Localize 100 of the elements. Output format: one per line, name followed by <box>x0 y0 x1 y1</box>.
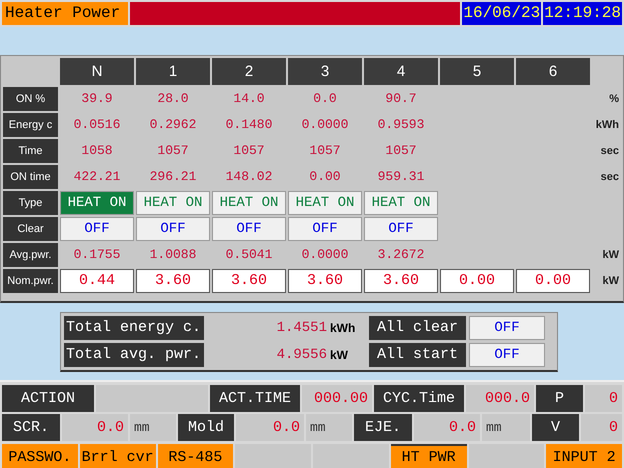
value-cell-text: 1.0088 <box>148 246 198 264</box>
status-value: 0.0 <box>236 414 304 442</box>
total-value: 4.9556 <box>276 346 327 365</box>
status-label: ACT.TIME <box>210 385 300 412</box>
value-cell-text: 0.0516 <box>72 116 122 134</box>
value-cell-text: 148.02 <box>224 168 274 186</box>
type-button[interactable]: HEAT ON <box>288 190 362 215</box>
type-button[interactable]: HEAT ON <box>60 190 134 215</box>
value-cell-text: 1057 <box>308 142 342 160</box>
value-cell-text: 3.2672 <box>376 246 426 264</box>
status-label: CYC.Time <box>374 385 464 412</box>
column-header: 1 <box>136 58 210 85</box>
clear-button[interactable]: OFF <box>288 216 362 241</box>
toggle-button[interactable]: OFF <box>469 316 545 340</box>
function-key[interactable]: HT PWR <box>390 444 466 468</box>
value-cell-text: 0.0000 <box>300 116 350 134</box>
value-cell-text: 1057 <box>384 142 418 160</box>
status-label: SCR. <box>2 414 60 442</box>
status-value: 0.0 <box>62 414 128 442</box>
unit-label: mm <box>306 414 352 442</box>
function-key[interactable] <box>468 444 544 468</box>
column-header: N <box>60 58 134 85</box>
value-cell-text: 39.9 <box>80 90 114 108</box>
unit-label: % <box>608 92 619 107</box>
status-value: 0.0 <box>414 414 480 442</box>
clear-button[interactable]: OFF <box>364 216 438 241</box>
time-display: 12:19:28 <box>543 2 622 25</box>
row-label: Nom.pwr. <box>3 268 58 293</box>
clear-button[interactable]: OFF <box>60 216 134 241</box>
input-field[interactable]: 3.60 <box>364 268 438 293</box>
action-label: All clear <box>369 316 466 340</box>
status-value: 000.0 <box>466 385 534 412</box>
screen-title: Heater Power <box>2 2 128 25</box>
value-cell-text: 28.0 <box>156 90 190 108</box>
column-header: 5 <box>440 58 514 85</box>
status-value: 000.00 <box>302 385 372 412</box>
row-label: ON % <box>3 86 58 111</box>
status-label: EJE. <box>354 414 412 442</box>
value-cell-text: 422.21 <box>72 168 122 186</box>
status-label: P <box>536 385 583 412</box>
value-cell-text: 959.31 <box>376 168 426 186</box>
input-field[interactable]: 0.44 <box>60 268 134 293</box>
unit-label: sec <box>600 144 619 159</box>
value-cell-text: 0.5041 <box>224 246 274 264</box>
status-label: Mold <box>178 414 234 442</box>
unit-label: mm <box>482 414 530 442</box>
total-value: 1.4551 <box>276 318 327 338</box>
row-label: Clear <box>3 216 58 241</box>
function-key[interactable]: RS-485 <box>158 444 234 468</box>
column-header: 6 <box>516 58 590 85</box>
type-button[interactable]: HEAT ON <box>364 190 438 215</box>
function-key[interactable]: INPUT 2 <box>546 444 622 468</box>
row-label: Energy c <box>3 112 58 137</box>
value-cell-text: 0.0000 <box>300 246 350 264</box>
toggle-button[interactable]: OFF <box>469 342 545 367</box>
input-field[interactable]: 3.60 <box>136 268 210 293</box>
total-label: Total energy c. <box>64 316 204 340</box>
function-key[interactable]: PASSWO. <box>2 444 78 468</box>
value-cell-text: 1058 <box>80 142 114 160</box>
row-label: Avg.pwr. <box>3 242 58 267</box>
unit-label: sec <box>600 170 619 185</box>
value-cell-text: 0.1480 <box>224 116 274 134</box>
unit-label: kWh <box>330 320 356 337</box>
input-field[interactable]: 0.00 <box>440 268 514 293</box>
unit-label: kW <box>602 274 619 289</box>
column-header: 3 <box>288 58 362 85</box>
value-cell-text: 1057 <box>232 142 266 160</box>
row-label: ON time <box>3 164 58 189</box>
unit-label: kW <box>330 346 349 364</box>
row-label: Time <box>3 138 58 163</box>
function-key[interactable]: Brrl cvr <box>80 444 156 468</box>
status-label: ACTION <box>2 385 94 412</box>
date-display: 16/06/23 <box>462 2 542 25</box>
unit-label: kWh <box>594 118 619 133</box>
input-field[interactable]: 3.60 <box>288 268 362 293</box>
clear-button[interactable]: OFF <box>212 216 286 241</box>
clear-button[interactable]: OFF <box>136 216 210 241</box>
row-label: Type <box>3 190 58 215</box>
column-header: 4 <box>364 58 438 85</box>
column-header: 2 <box>212 58 286 85</box>
action-label: All start <box>369 342 466 367</box>
unit-label: kW <box>602 248 619 263</box>
value-cell-text: 1057 <box>156 142 190 160</box>
value-cell-text: 296.21 <box>148 168 198 186</box>
status-value: 0 <box>581 414 622 442</box>
value-cell-text: 0.1755 <box>72 246 122 264</box>
value-cell-text: 0.2962 <box>148 116 198 134</box>
status-value: 0 <box>585 385 622 412</box>
total-label: Total avg. pwr. <box>64 342 204 367</box>
value-cell-text: 0.00 <box>308 168 342 186</box>
type-button[interactable]: HEAT ON <box>212 190 286 215</box>
value-cell-text: 0.0 <box>312 90 338 108</box>
type-button[interactable]: HEAT ON <box>136 190 210 215</box>
value-cell-text: 90.7 <box>384 90 418 108</box>
input-field[interactable]: 3.60 <box>212 268 286 293</box>
value-cell-text: 0.9593 <box>376 116 426 134</box>
input-field[interactable]: 0.00 <box>516 268 590 293</box>
status-label: V <box>532 414 579 442</box>
unit-label: mm <box>130 414 176 442</box>
value-cell-text: 14.0 <box>232 90 266 108</box>
